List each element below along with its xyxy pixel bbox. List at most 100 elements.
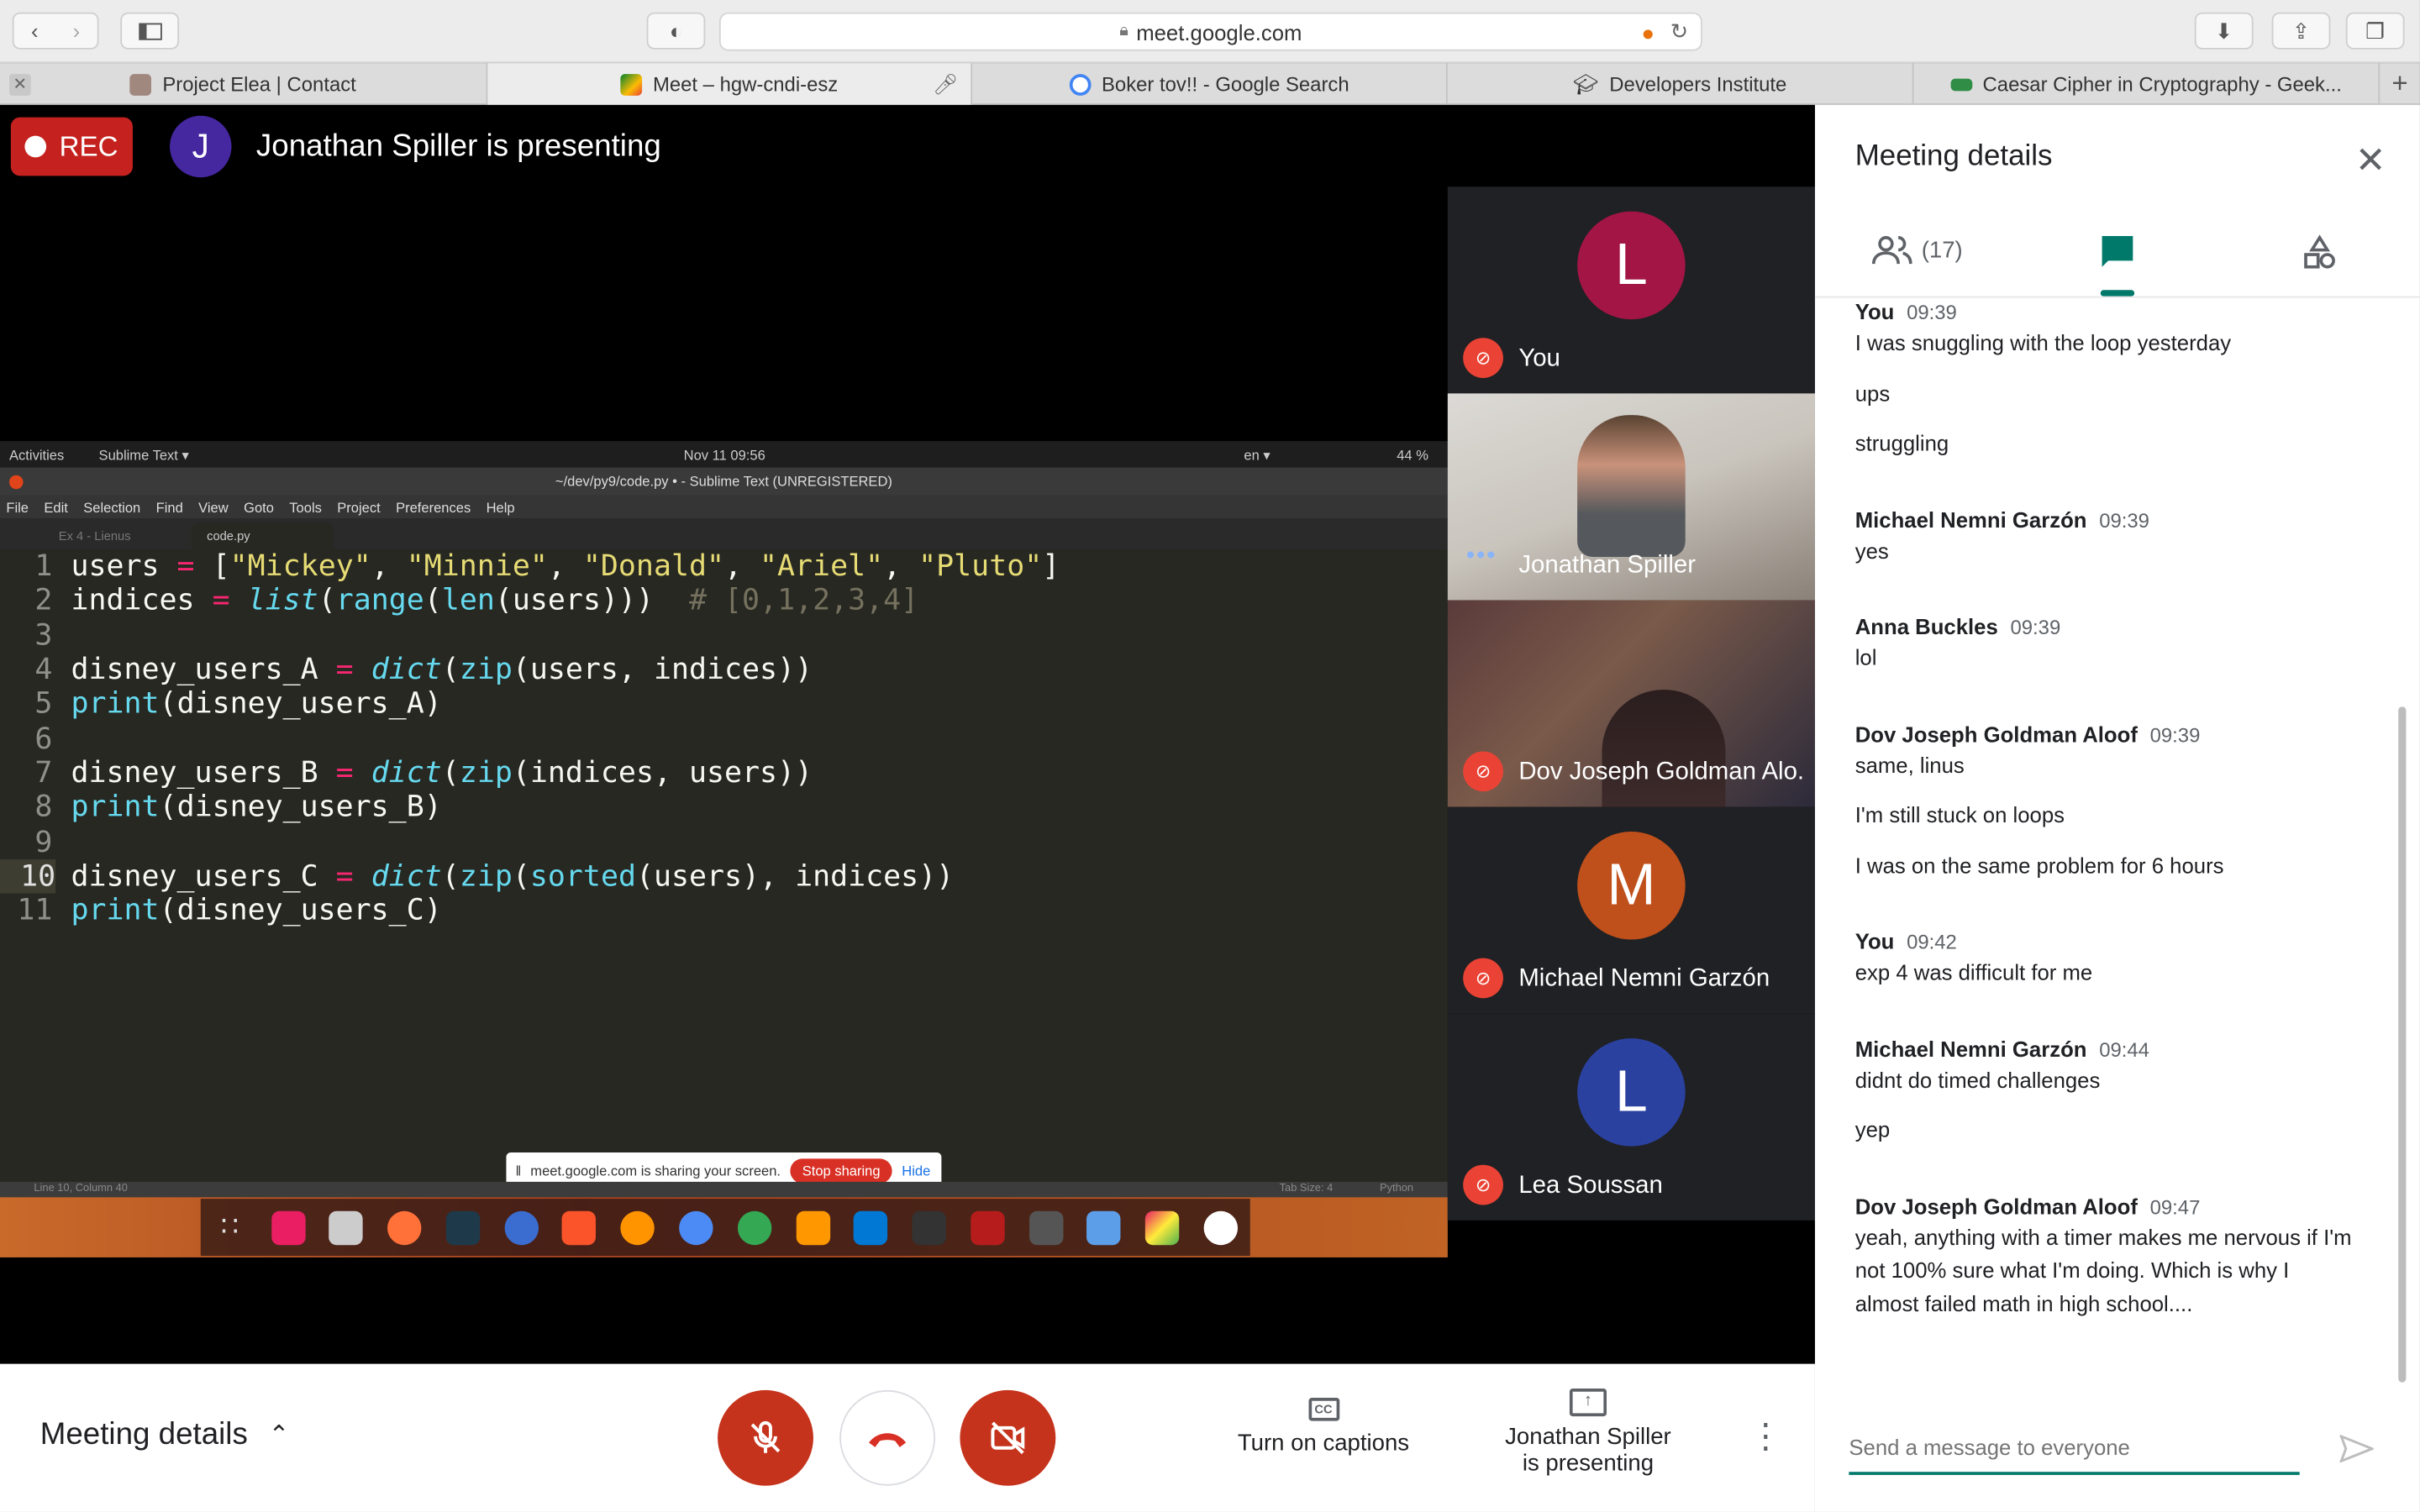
presenter-avatar: J <box>170 115 232 178</box>
message-text: yeah, anything with a timer makes me ner… <box>1854 1224 2352 1315</box>
send-message-button[interactable] <box>2338 1434 2375 1470</box>
message-text: yep <box>1854 1116 1891 1142</box>
tab-chat[interactable] <box>2101 234 2134 276</box>
more-options-icon[interactable]: ⋮ <box>1749 1416 1782 1457</box>
app-icon <box>1028 1210 1063 1245</box>
menu-project: Project <box>337 499 381 515</box>
presentation-button[interactable]: ↑ Jonathan Spiller is presenting <box>1494 1389 1682 1477</box>
lock-icon: 🔒︎ <box>1119 21 1129 40</box>
meeting-details-button[interactable]: Meeting details <box>40 1418 248 1453</box>
tab-meet[interactable]: Meet – hgw-cndi-esz 🎤︎ <box>487 63 973 105</box>
tab-developers-institute[interactable]: 🎓︎ Developers Institute <box>1448 63 1914 105</box>
graduation-cap-icon: 🎓︎ <box>1573 71 1599 95</box>
muted-microphone-icon: ⊘ <box>1463 1164 1503 1205</box>
back-forward-buttons[interactable]: ‹ › <box>12 12 99 50</box>
vscode-icon <box>854 1210 888 1245</box>
stop-sharing-button[interactable]: Stop sharing <box>790 1158 893 1184</box>
code-line: disney_users_A = dict(zip(users, indices… <box>71 652 813 687</box>
chat-message-input[interactable] <box>1849 1435 2297 1460</box>
muted-microphone-icon: ⊘ <box>1463 338 1503 378</box>
sublime-tabs: Ex 4 - Lienus code.py <box>0 518 1448 549</box>
close-window-icon <box>9 475 24 490</box>
message-text: yes <box>1854 538 1889 563</box>
code-line: print(disney_users_B) <box>71 790 442 824</box>
muted-microphone-icon: ⊘ <box>1463 751 1503 792</box>
code-line: users = ["Mickey", "Minnie", "Donald", "… <box>71 549 1060 584</box>
participant-tile: L ⊘ You <box>1447 186 1815 394</box>
send-icon <box>2338 1434 2375 1463</box>
presenter-text: Jonathan Spiller is presenting <box>255 129 661 164</box>
message-sender: Anna Buckles <box>1854 614 1998 639</box>
message-time: 09:39 <box>2149 722 2201 747</box>
share-icon: ⇪ <box>2291 18 2311 43</box>
message-text: I was on the same problem for 6 hours <box>1854 852 2224 878</box>
line-number: 1 <box>34 549 53 584</box>
chat-scrollbar[interactable] <box>2398 706 2407 1383</box>
close-tab-icon[interactable]: ✕ <box>9 73 31 95</box>
address-bar[interactable]: 🔒︎ meet.google.com ● ↻ <box>718 12 1702 51</box>
message-text: exp 4 was difficult for me <box>1854 959 2093 984</box>
menu-find: Find <box>155 499 183 515</box>
sublime-status-bar: Line 10, Column 40 Tab Size: 4 Python <box>0 1181 1448 1198</box>
back-icon[interactable]: ‹ <box>31 18 39 43</box>
downloads-button[interactable]: ⬇ <box>2194 12 2254 50</box>
chat-message: Michael Nemni Garzón 09:44 didnt do timed… <box>1855 1036 2380 1147</box>
participant-name: You <box>1518 345 1560 372</box>
line-number: 4 <box>34 652 53 687</box>
message-time: 09:39 <box>2099 508 2149 532</box>
tab-overview-button[interactable]: ❐ <box>2345 12 2405 50</box>
tab-label: Developers Institute <box>1609 72 1787 96</box>
new-tab-button[interactable]: + <box>2380 63 2420 105</box>
menu-selection: Selection <box>83 499 141 515</box>
people-icon <box>1871 236 1912 265</box>
microphone-icon[interactable]: 🎤︎ <box>933 71 958 96</box>
chromium-icon <box>679 1210 713 1245</box>
tab-label: Project Elea | Contact <box>162 72 356 96</box>
leave-call-button[interactable] <box>839 1389 936 1486</box>
code-editor: 1 users = ["Mickey", "Minnie", "Donald",… <box>0 549 1448 1182</box>
captions-button[interactable]: CC Turn on captions <box>1234 1398 1412 1457</box>
panel-tabs: (17) <box>1814 213 2420 298</box>
chat-icon <box>2102 236 2133 267</box>
sidebar-toggle-button[interactable] <box>120 12 180 50</box>
message-text: lol <box>1854 644 1877 670</box>
reload-icon[interactable]: ↻ <box>1670 18 1689 45</box>
avatar: L <box>1577 1038 1686 1147</box>
window-title: ~/dev/py9/code.py • - Sublime Text (UNRE… <box>555 473 892 490</box>
message-sender: Michael Nemni Garzón <box>1854 1036 2087 1061</box>
tab-activities[interactable] <box>2302 234 2338 279</box>
tab-caesar-cipher[interactable]: Caesar Cipher in Cryptography - Geek... <box>1914 63 2381 105</box>
chat-message: Anna Buckles 09:39 lol <box>1855 614 2380 675</box>
chevron-up-icon[interactable]: ⌃ <box>269 1420 290 1451</box>
apps-grid-icon: ∷ <box>220 1210 239 1242</box>
menu-tools: Tools <box>289 499 322 515</box>
app-icon <box>1145 1210 1180 1245</box>
camera-toggle-button[interactable] <box>960 1389 1056 1486</box>
chat-messages: You 09:39 I was snuggling with the loop y… <box>1855 299 2380 1376</box>
hide-button[interactable]: Hide <box>902 1163 930 1179</box>
participant-tile: ⊘ Dov Joseph Goldman Alo... <box>1447 600 1815 807</box>
code-line: disney_users_B = dict(zip(indices, users… <box>71 755 813 790</box>
avatar: M <box>1577 831 1686 940</box>
tab-google-search[interactable]: Boker tov!! - Google Search <box>972 63 1448 105</box>
participant-video <box>1602 690 1726 807</box>
chat-input-wrapper <box>1849 1435 2300 1475</box>
captions-label: Turn on captions <box>1237 1430 1410 1457</box>
message-sender: Dov Joseph Goldman Aloof <box>1854 1193 2138 1219</box>
tab-people[interactable]: (17) <box>1871 234 1963 265</box>
sublime-title: ~/dev/py9/code.py • - Sublime Text (UNRE… <box>0 467 1448 496</box>
microphone-toggle-button[interactable] <box>718 1389 813 1486</box>
tab-project-elea[interactable]: ✕ Project Elea | Contact <box>0 63 488 105</box>
close-icon[interactable]: ✕ <box>2355 139 2386 183</box>
language-label: en ▾ <box>1244 447 1270 464</box>
privacy-button[interactable]: ◐ <box>646 12 706 50</box>
tab-bar: ✕ Project Elea | Contact Meet – hgw-cndi… <box>0 63 2420 105</box>
hang-up-icon <box>869 1433 907 1447</box>
microphone-icon[interactable]: ● <box>1641 19 1655 44</box>
line-number: 3 <box>34 618 53 653</box>
share-button[interactable]: ⇪ <box>2271 12 2331 50</box>
forward-icon[interactable]: › <box>73 18 81 43</box>
dock: ∷ <box>0 1197 1448 1257</box>
message-text: I was snuggling with the loop yesterday <box>1854 330 2232 355</box>
share-notice-text: meet.google.com is sharing your screen. <box>530 1163 781 1179</box>
